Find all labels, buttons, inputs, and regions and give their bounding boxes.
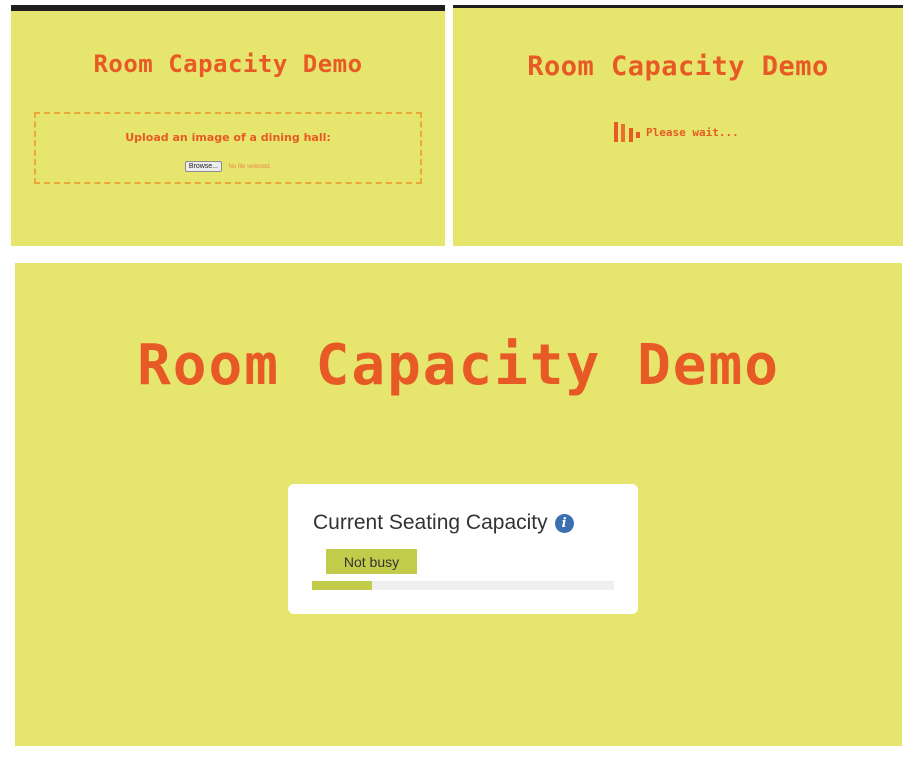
- upload-dropzone[interactable]: Upload an image of a dining hall: Browse…: [34, 112, 422, 184]
- page-title: Room Capacity Demo: [527, 51, 829, 82]
- page-title: Room Capacity Demo: [137, 333, 780, 398]
- upload-screen: Room Capacity Demo Upload an image of a …: [11, 5, 445, 246]
- card-title: Current Seating Capacity: [313, 511, 548, 534]
- browser-top-bar: [11, 5, 445, 11]
- loading-indicator: Please wait...: [614, 122, 739, 142]
- loading-message: Please wait...: [646, 125, 739, 139]
- file-status: No file selected.: [228, 163, 272, 170]
- upload-prompt: Upload an image of a dining hall:: [125, 131, 331, 144]
- result-screen: Room Capacity Demo Current Seating Capac…: [15, 263, 902, 746]
- status-badge: Not busy: [326, 549, 417, 574]
- info-icon[interactable]: i: [554, 513, 574, 533]
- loading-spinner-icon: [614, 122, 642, 142]
- loading-screen: Room Capacity Demo Please wait...: [453, 5, 903, 246]
- page-title: Room Capacity Demo: [93, 50, 363, 78]
- file-input[interactable]: Browse... No file selected.: [36, 158, 420, 176]
- capacity-progress-fill: [312, 581, 373, 590]
- capacity-progress-bar: [312, 581, 614, 590]
- capacity-card: Current Seating Capacity i Not busy: [288, 484, 638, 614]
- card-header: Current Seating Capacity i: [313, 511, 574, 535]
- browse-button[interactable]: Browse...: [184, 161, 223, 173]
- browser-top-bar: [453, 5, 903, 8]
